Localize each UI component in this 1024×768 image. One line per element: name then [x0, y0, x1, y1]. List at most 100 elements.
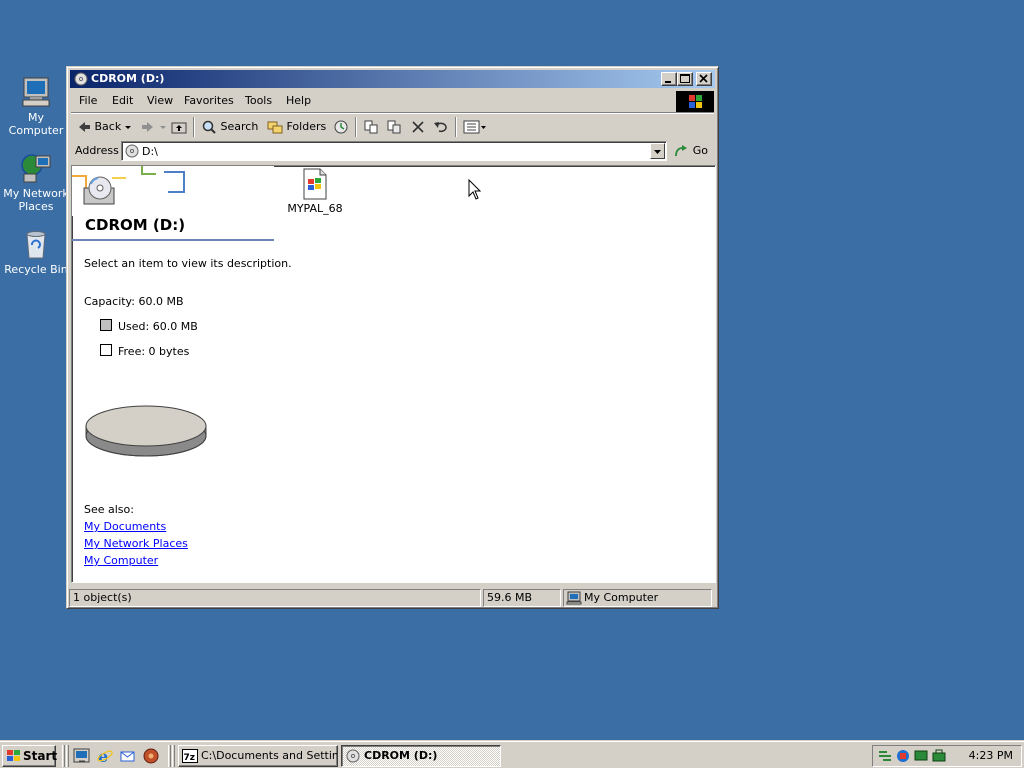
go-label: Go: [692, 144, 708, 157]
windows-logo-icon: [676, 91, 714, 113]
system-tray: 4:23 PM: [872, 745, 1022, 767]
address-label: Address: [75, 144, 119, 157]
clock: 4:23 PM: [968, 749, 1013, 762]
copy-to-button[interactable]: [386, 119, 402, 135]
recycle-bin-icon: [20, 228, 52, 260]
history-button[interactable]: [333, 119, 349, 135]
menu-bar: File Edit View Favorites Tools Help: [71, 90, 674, 110]
menu-favorites[interactable]: Favorites: [184, 94, 234, 107]
used-text: Used: 60.0 MB: [118, 320, 198, 333]
status-bar: 1 object(s) 59.6 MB My Computer: [69, 587, 716, 607]
menu-view[interactable]: View: [147, 94, 173, 107]
network-places-icon: [20, 152, 52, 184]
security-tray-icon[interactable]: [895, 748, 911, 764]
desktop-icon-label: Recycle Bin: [4, 263, 68, 276]
start-label: Start: [23, 749, 58, 763]
close-icon: [699, 74, 708, 83]
forward-arrow-icon: [142, 122, 153, 132]
forward-button[interactable]: [141, 119, 155, 135]
link-my-documents[interactable]: My Documents: [84, 520, 166, 533]
media-player-icon[interactable]: [142, 747, 160, 765]
outlook-express-icon[interactable]: [119, 747, 137, 765]
menu-help[interactable]: Help: [286, 94, 311, 107]
address-dropdown-button[interactable]: [650, 143, 665, 159]
status-zone: My Computer: [563, 589, 712, 607]
maximize-icon: [680, 74, 690, 83]
link-my-computer[interactable]: My Computer: [84, 554, 158, 567]
free-legend-swatch: [100, 344, 112, 356]
pie-used-slice: [85, 405, 207, 447]
window-title: CDROM (D:): [91, 72, 165, 85]
search-button[interactable]: Search: [201, 119, 258, 135]
display-tray-icon[interactable]: [913, 748, 929, 764]
desktop-icon-my-network-places[interactable]: My Network Places: [0, 152, 72, 213]
cdrom-icon: [346, 749, 360, 763]
minimize-button[interactable]: [661, 72, 677, 86]
internet-explorer-icon[interactable]: e: [96, 747, 114, 765]
menu-edit[interactable]: Edit: [112, 94, 133, 107]
webview-title: CDROM (D:): [85, 216, 186, 234]
undo-button[interactable]: [433, 119, 449, 135]
disk-usage-pie: [85, 405, 207, 457]
7zip-icon: 7z: [182, 749, 198, 763]
task-button-7zip[interactable]: 7z C:\Documents and Settin...: [178, 745, 338, 767]
views-button[interactable]: [463, 119, 487, 135]
start-button[interactable]: Start: [2, 745, 58, 767]
address-bar: Address D:\ Go: [71, 139, 714, 163]
computer-icon: [20, 76, 52, 108]
move-to-button[interactable]: [363, 119, 379, 135]
cdrom-icon: [73, 71, 89, 87]
capacity-text: Capacity: 60.0 MB: [84, 295, 184, 308]
back-arrow-icon: [79, 122, 90, 132]
link-my-network-places[interactable]: My Network Places: [84, 537, 188, 550]
task-label: C:\Documents and Settin...: [201, 749, 338, 762]
address-input[interactable]: D:\: [121, 141, 667, 161]
maximize-button[interactable]: [677, 72, 693, 86]
windows-file-icon: [299, 168, 331, 200]
search-icon: [202, 120, 216, 134]
history-icon: [334, 120, 348, 134]
title-bar[interactable]: CDROM (D:): [70, 70, 715, 88]
address-value: D:\: [142, 145, 158, 158]
task-button-cdrom[interactable]: CDROM (D:): [341, 745, 501, 767]
status-objects: 1 object(s): [69, 589, 481, 607]
taskbar: Start e 7z C:\Documents and Settin... CD…: [0, 740, 1024, 768]
desktop-icon-label: My Computer: [8, 111, 64, 137]
cdrom-icon: [124, 143, 140, 162]
free-text: Free: 0 bytes: [118, 345, 190, 358]
folders-label: Folders: [286, 120, 327, 133]
desktop-icon-my-computer[interactable]: My Computer: [0, 76, 72, 137]
show-desktop-icon[interactable]: [73, 747, 91, 765]
up-folder-button[interactable]: [171, 119, 187, 135]
desktop-icon-recycle-bin[interactable]: Recycle Bin: [0, 228, 72, 276]
chevron-down-icon: [654, 150, 661, 154]
back-button[interactable]: Back: [77, 119, 121, 135]
network-tray-icon[interactable]: [877, 748, 893, 764]
file-name: MYPAL_68: [287, 202, 343, 215]
delete-button[interactable]: [410, 119, 426, 135]
go-button[interactable]: Go: [673, 143, 708, 159]
close-button[interactable]: [696, 72, 712, 86]
search-label: Search: [220, 120, 259, 133]
used-legend-swatch: [100, 319, 112, 331]
views-icon: [463, 120, 486, 134]
computer-icon: [566, 591, 582, 605]
cdrom-large-icon: [83, 176, 115, 205]
back-dropdown-icon[interactable]: [125, 119, 132, 135]
connection-tray-icon[interactable]: [931, 748, 947, 764]
forward-dropdown-icon[interactable]: [160, 119, 167, 135]
copy-to-icon: [387, 120, 401, 134]
file-item[interactable]: MYPAL_68: [280, 168, 350, 215]
folders-button[interactable]: Folders: [267, 119, 326, 135]
description-hint: Select an item to view its description.: [84, 257, 292, 270]
status-size: 59.6 MB: [483, 589, 561, 607]
toolbar-separator: [71, 112, 714, 114]
menu-file[interactable]: File: [79, 94, 97, 107]
see-also-label: See also:: [84, 503, 134, 516]
minimize-icon: [665, 81, 671, 83]
delete-icon: [412, 121, 424, 133]
svg-text:7z: 7z: [184, 753, 196, 763]
menu-tools[interactable]: Tools: [245, 94, 272, 107]
undo-icon: [434, 122, 447, 133]
windows-logo-icon: [7, 750, 20, 761]
